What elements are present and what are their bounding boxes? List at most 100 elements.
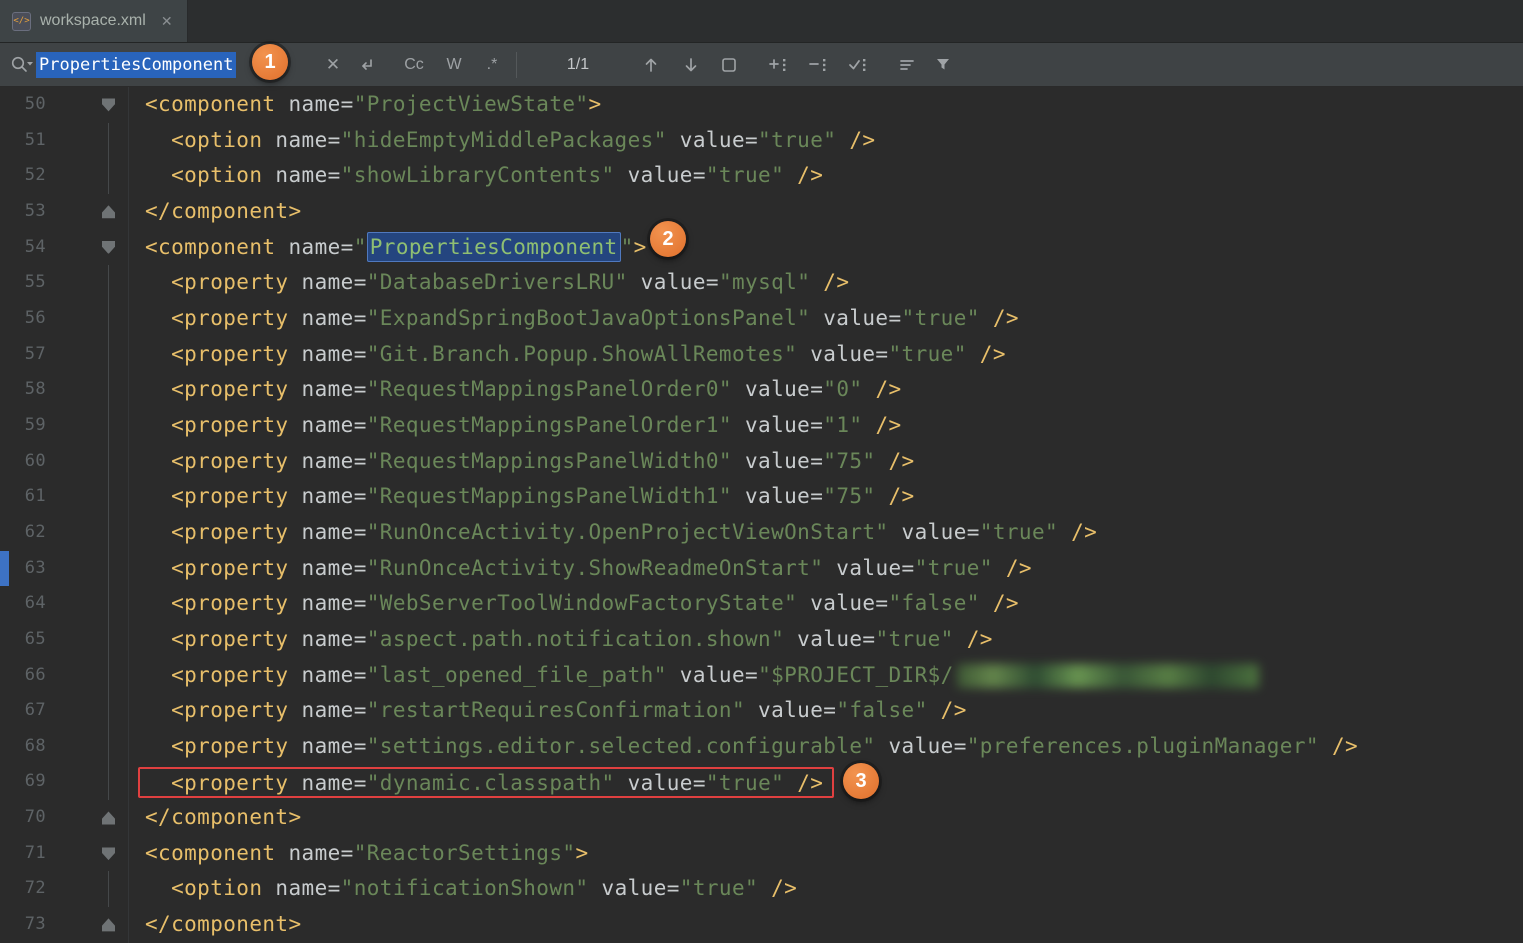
remove-selection-icon[interactable] bbox=[802, 43, 834, 86]
filter-icon[interactable] bbox=[928, 43, 958, 86]
code-token: name= bbox=[288, 663, 366, 687]
select-all-occurrences-icon[interactable] bbox=[842, 43, 874, 86]
fold-gutter bbox=[46, 337, 145, 373]
add-selection-icon[interactable] bbox=[762, 43, 794, 86]
tab-close-icon[interactable]: ✕ bbox=[161, 13, 173, 30]
code-token: /> bbox=[810, 270, 849, 294]
line-number[interactable]: 70 bbox=[0, 800, 46, 836]
line-number[interactable]: 54 bbox=[0, 230, 46, 266]
code-token: "last_opened_file_path" bbox=[367, 663, 667, 687]
regex-toggle[interactable]: .* bbox=[477, 43, 507, 86]
line-number[interactable]: 62 bbox=[0, 515, 46, 551]
fold-gutter bbox=[46, 658, 145, 694]
code-line-61[interactable]: 61 <property name="RequestMappingsPanelW… bbox=[0, 479, 1523, 515]
code-token: </component> bbox=[145, 805, 302, 829]
code-line-56[interactable]: 56 <property name="ExpandSpringBootJavaO… bbox=[0, 301, 1523, 337]
line-number[interactable]: 57 bbox=[0, 337, 46, 373]
line-number[interactable]: 65 bbox=[0, 622, 46, 658]
line-number[interactable]: 73 bbox=[0, 907, 46, 943]
code-text: </component> bbox=[145, 907, 302, 943]
code-line-59[interactable]: 59 <property name="RequestMappingsPanelO… bbox=[0, 408, 1523, 444]
line-number[interactable]: 53 bbox=[0, 194, 46, 230]
code-text: <property name="DatabaseDriversLRU" valu… bbox=[145, 265, 849, 301]
code-token: /> bbox=[1058, 520, 1097, 544]
match-case-toggle[interactable]: Cc bbox=[398, 43, 430, 86]
code-line-65[interactable]: 65 <property name="aspect.path.notificat… bbox=[0, 622, 1523, 658]
line-number[interactable]: 56 bbox=[0, 301, 46, 337]
code-token: "RequestMappingsPanelOrder1" bbox=[367, 413, 732, 437]
code-line-58[interactable]: 58 <property name="RequestMappingsPanelO… bbox=[0, 372, 1523, 408]
code-token: <property bbox=[145, 342, 288, 366]
code-line-63[interactable]: 63 <property name="RunOnceActivity.ShowR… bbox=[0, 551, 1523, 587]
code-token: <property bbox=[145, 377, 288, 401]
code-line-70[interactable]: 70 </component> bbox=[0, 800, 1523, 836]
code-line-55[interactable]: 55 <property name="DatabaseDriversLRU" v… bbox=[0, 265, 1523, 301]
next-occurrence-icon[interactable] bbox=[676, 43, 706, 86]
open-in-find-window-icon[interactable] bbox=[714, 43, 744, 86]
line-number[interactable]: 52 bbox=[0, 158, 46, 194]
whole-words-toggle[interactable]: W bbox=[440, 43, 468, 86]
code-line-53[interactable]: 53</component> bbox=[0, 194, 1523, 230]
code-line-67[interactable]: 67 <property name="restartRequiresConfir… bbox=[0, 693, 1523, 729]
newline-icon[interactable] bbox=[352, 43, 380, 86]
code-line-50[interactable]: 50<component name="ProjectViewState"> bbox=[0, 87, 1523, 123]
code-line-71[interactable]: 71<component name="ReactorSettings"> bbox=[0, 836, 1523, 872]
code-editor[interactable]: 50<component name="ProjectViewState">51 … bbox=[0, 87, 1523, 943]
code-token: "preferences.pluginManager" bbox=[967, 734, 1319, 758]
line-number[interactable]: 69 bbox=[0, 764, 46, 800]
line-number[interactable]: 66 bbox=[0, 658, 46, 694]
code-token: name= bbox=[288, 698, 366, 722]
code-line-64[interactable]: 64 <property name="WebServerToolWindowFa… bbox=[0, 586, 1523, 622]
code-line-69[interactable]: 69 <property name="dynamic.classpath" va… bbox=[0, 764, 1523, 800]
toolbar-separator bbox=[516, 43, 517, 86]
line-number[interactable]: 51 bbox=[0, 123, 46, 159]
fold-marker[interactable] bbox=[46, 230, 145, 266]
line-number[interactable]: 67 bbox=[0, 693, 46, 729]
line-number[interactable]: 71 bbox=[0, 836, 46, 872]
fold-marker[interactable] bbox=[46, 800, 145, 836]
code-token: value= bbox=[732, 413, 823, 437]
line-number[interactable]: 72 bbox=[0, 871, 46, 907]
code-text: <property name="RequestMappingsPanelOrde… bbox=[145, 372, 902, 408]
code-line-57[interactable]: 57 <property name="Git.Branch.Popup.Show… bbox=[0, 337, 1523, 373]
annotation-badge-1: 1 bbox=[252, 44, 288, 80]
line-number[interactable]: 60 bbox=[0, 444, 46, 480]
line-number[interactable]: 50 bbox=[0, 87, 46, 123]
code-text: <property name="restartRequiresConfirmat… bbox=[145, 693, 967, 729]
sort-lines-icon[interactable] bbox=[892, 43, 922, 86]
code-token: name= bbox=[262, 876, 340, 900]
fold-gutter bbox=[46, 372, 145, 408]
code-line-66[interactable]: 66 <property name="last_opened_file_path… bbox=[0, 658, 1523, 694]
code-line-54[interactable]: 54<component name="PropertiesComponent"> bbox=[0, 230, 1523, 266]
code-token: value= bbox=[797, 591, 888, 615]
code-token: <property bbox=[145, 306, 288, 330]
code-line-62[interactable]: 62 <property name="RunOnceActivity.OpenP… bbox=[0, 515, 1523, 551]
fold-marker[interactable] bbox=[46, 87, 145, 123]
previous-occurrence-icon[interactable] bbox=[636, 43, 666, 86]
editor-tab-bar: </> workspace.xml ✕ bbox=[0, 0, 1523, 43]
code-line-72[interactable]: 72 <option name="notificationShown" valu… bbox=[0, 871, 1523, 907]
line-number[interactable]: 58 bbox=[0, 372, 46, 408]
code-line-60[interactable]: 60 <property name="RequestMappingsPanelW… bbox=[0, 444, 1523, 480]
line-number[interactable]: 64 bbox=[0, 586, 46, 622]
search-input[interactable]: PropertiesComponent bbox=[36, 43, 236, 86]
code-token: /> bbox=[784, 771, 823, 795]
line-number[interactable]: 61 bbox=[0, 479, 46, 515]
fold-marker[interactable] bbox=[46, 836, 145, 872]
code-line-73[interactable]: 73 </component> bbox=[0, 907, 1523, 943]
clear-search-icon[interactable]: ✕ bbox=[320, 43, 346, 86]
code-token: "RequestMappingsPanelWidth1" bbox=[367, 484, 732, 508]
code-line-52[interactable]: 52 <option name="showLibraryContents" va… bbox=[0, 158, 1523, 194]
code-line-68[interactable]: 68 <property name="settings.editor.selec… bbox=[0, 729, 1523, 765]
line-number[interactable]: 59 bbox=[0, 408, 46, 444]
fold-marker[interactable] bbox=[46, 907, 145, 943]
line-number[interactable]: 55 bbox=[0, 265, 46, 301]
code-token: "true" bbox=[706, 163, 784, 187]
line-number[interactable]: 68 bbox=[0, 729, 46, 765]
code-text: </component> bbox=[145, 800, 302, 836]
fold-marker[interactable] bbox=[46, 194, 145, 230]
search-icon[interactable] bbox=[8, 43, 36, 86]
code-token: /> bbox=[993, 556, 1032, 580]
code-line-51[interactable]: 51 <option name="hideEmptyMiddlePackages… bbox=[0, 123, 1523, 159]
tab-workspace-xml[interactable]: </> workspace.xml ✕ bbox=[0, 0, 188, 42]
